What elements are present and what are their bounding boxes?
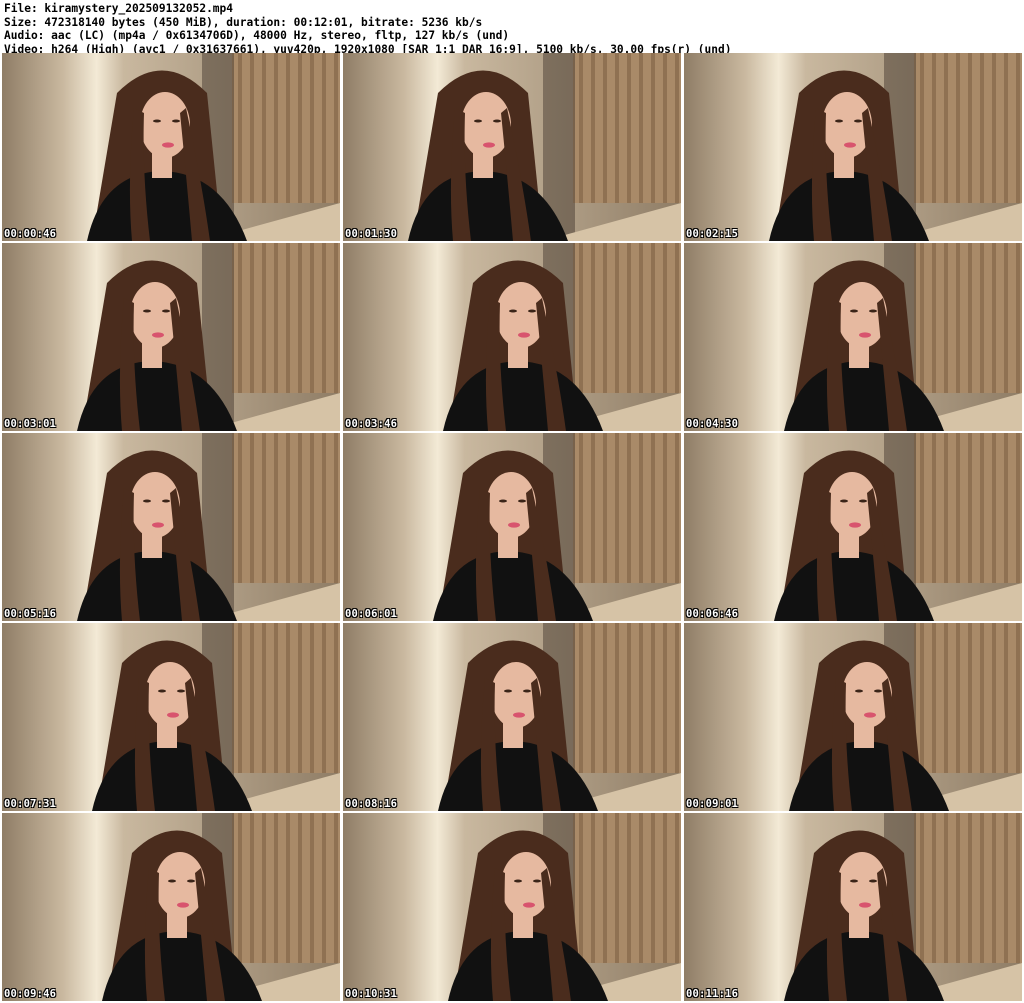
thumbnail-scene: [2, 243, 340, 431]
thumbnail-scene: [343, 813, 681, 1001]
thumbnail-scene: [684, 813, 1022, 1001]
thumbnail-timestamp: 00:06:01: [345, 608, 398, 620]
thumbnail-scene: [343, 433, 681, 621]
thumbnail-timestamp: 00:09:01: [686, 798, 739, 810]
thumbnail-scene: [684, 433, 1022, 621]
thumbnail-timestamp: 00:03:01: [4, 418, 57, 430]
thumbnail-scene: [684, 243, 1022, 431]
video-thumbnail: 00:06:01: [343, 433, 681, 621]
thumbnail-timestamp: 00:07:31: [4, 798, 57, 810]
video-thumbnail: 00:03:46: [343, 243, 681, 431]
video-thumbnail: 00:02:15: [684, 53, 1022, 241]
video-thumbnail: 00:00:46: [2, 53, 340, 241]
video-thumbnail: 00:10:31: [343, 813, 681, 1001]
thumbnail-scene: [2, 53, 340, 241]
video-thumbnail: 00:05:16: [2, 433, 340, 621]
video-thumbnail: 00:08:16: [343, 623, 681, 811]
video-thumbnail: 00:07:31: [2, 623, 340, 811]
thumbnail-timestamp: 00:06:46: [686, 608, 739, 620]
file-name-line: File: kiramystery_202509132052.mp4: [4, 2, 234, 15]
thumbnail-grid: 00:00:46 00:01:30 00:02:15 00:03:01 00:0…: [2, 53, 1022, 1003]
video-thumbnail: 00:11:16: [684, 813, 1022, 1001]
thumbnail-scene: [2, 623, 340, 811]
video-thumbnail: 00:01:30: [343, 53, 681, 241]
video-thumbnail: 00:06:46: [684, 433, 1022, 621]
thumbnail-scene: [343, 243, 681, 431]
thumbnail-scene: [684, 53, 1022, 241]
thumbnail-scene: [343, 623, 681, 811]
thumbnail-scene: [2, 433, 340, 621]
thumbnail-timestamp: 00:03:46: [345, 418, 398, 430]
thumbnail-timestamp: 00:04:30: [686, 418, 739, 430]
thumbnail-timestamp: 00:05:16: [4, 608, 57, 620]
thumbnail-scene: [343, 53, 681, 241]
video-thumbnail: 00:04:30: [684, 243, 1022, 431]
thumbnail-timestamp: 00:09:46: [4, 988, 57, 1000]
video-thumbnail: 00:09:46: [2, 813, 340, 1001]
audio-info-line: Audio: aac (LC) (mp4a / 0x6134706D), 480…: [4, 29, 510, 43]
video-thumbnail: 00:09:01: [684, 623, 1022, 811]
thumbnail-timestamp: 00:01:30: [345, 228, 398, 240]
file-info-header: File: kiramystery_202509132052.mp4 Size:…: [4, 2, 1020, 56]
thumbnail-scene: [684, 623, 1022, 811]
thumbnail-timestamp: 00:02:15: [686, 228, 739, 240]
file-size-line: Size: 472318140 bytes (450 MiB), duratio…: [4, 15, 483, 29]
thumbnail-timestamp: 00:08:16: [345, 798, 398, 810]
thumbnail-timestamp: 00:11:16: [686, 988, 739, 1000]
thumbnail-timestamp: 00:00:46: [4, 228, 57, 240]
thumbnail-scene: [2, 813, 340, 1001]
thumbnail-timestamp: 00:10:31: [345, 988, 398, 1000]
video-thumbnail: 00:03:01: [2, 243, 340, 431]
